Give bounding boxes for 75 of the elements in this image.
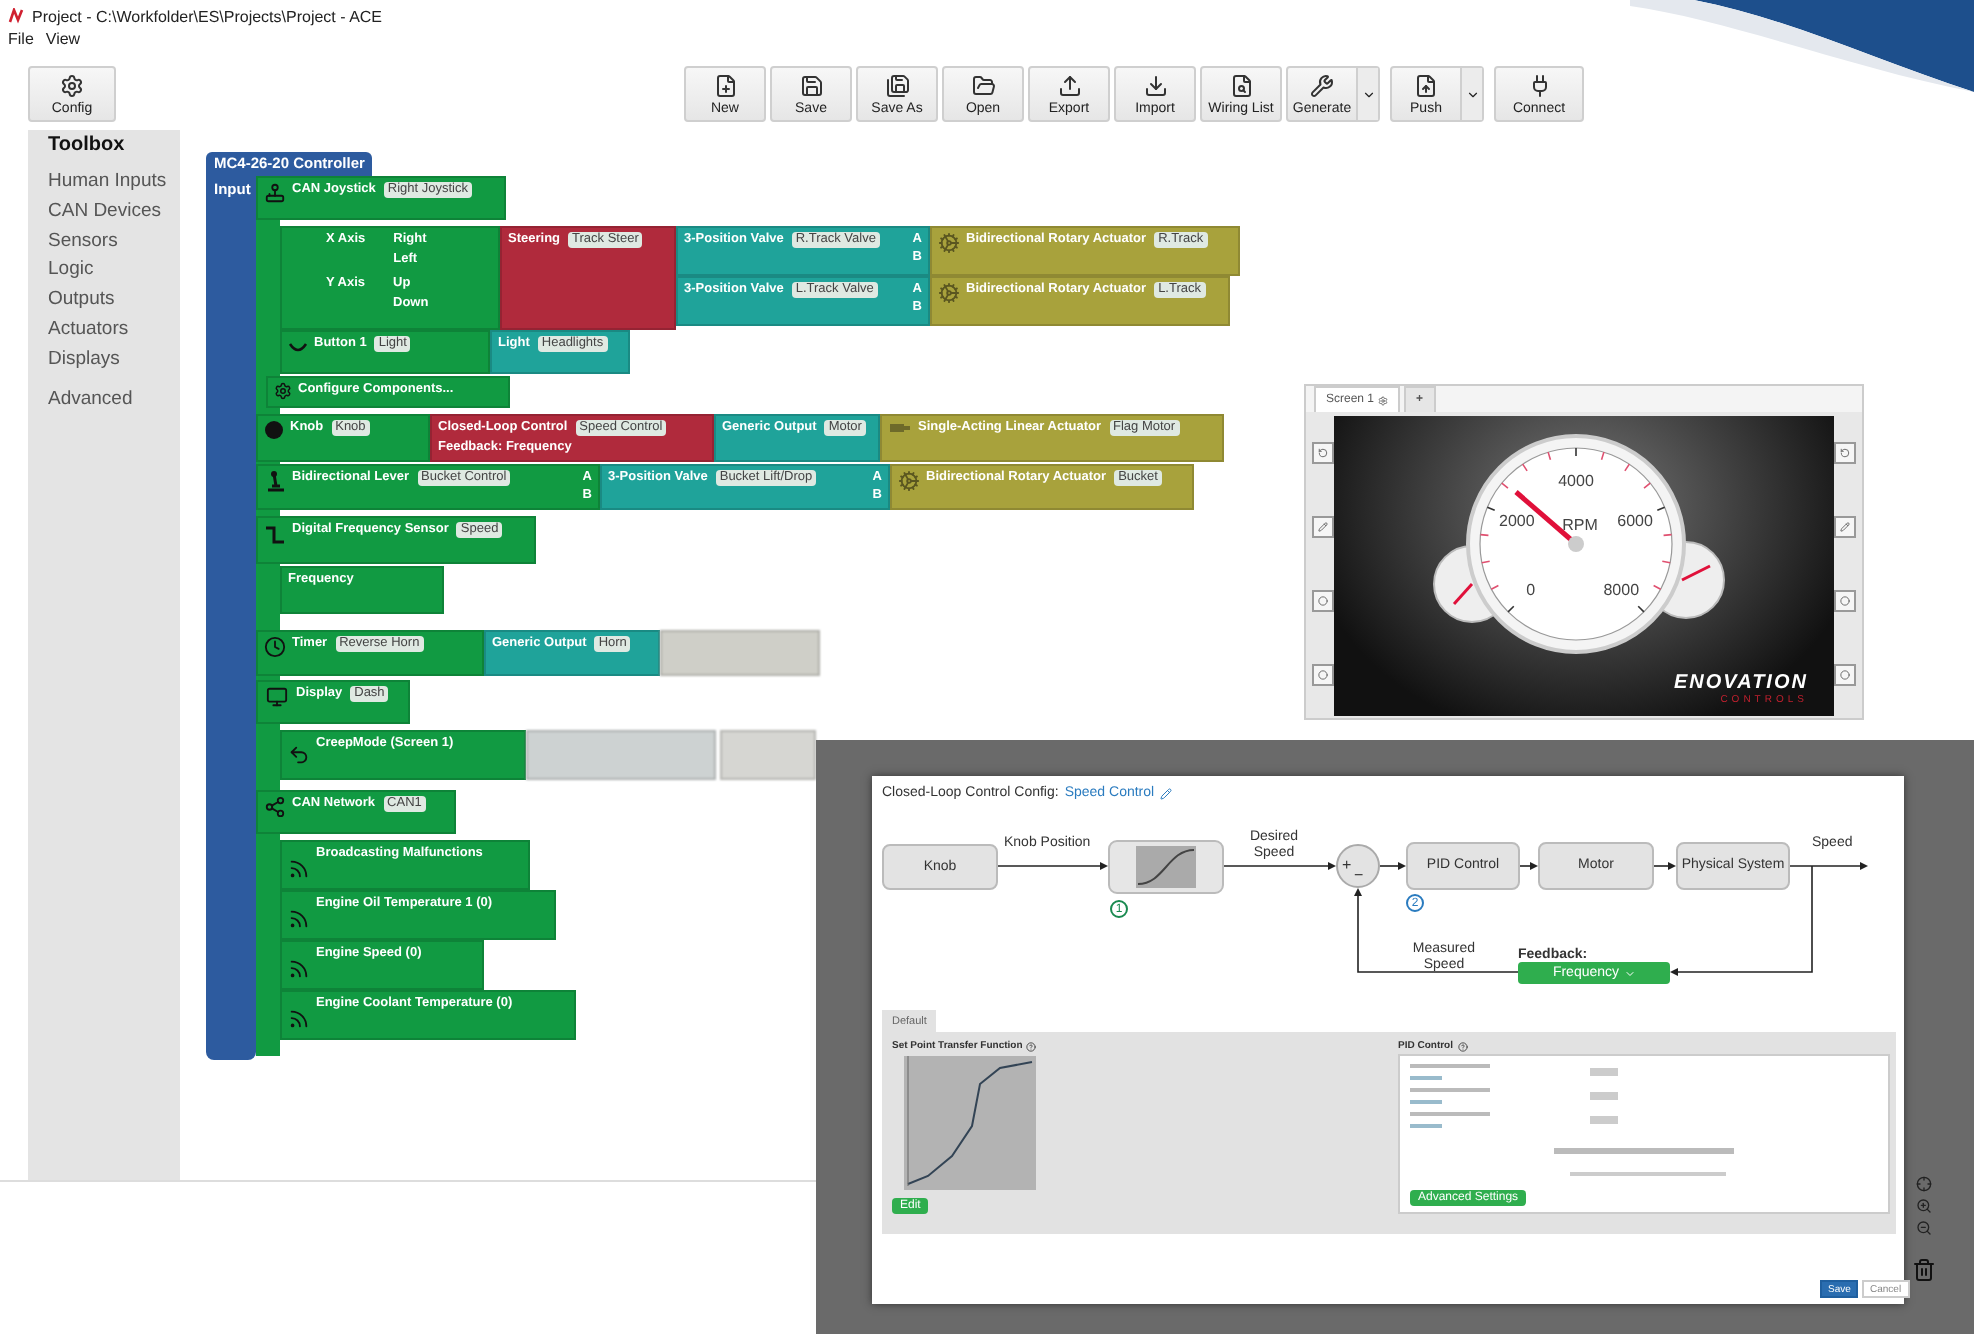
caret-icon: [1361, 87, 1375, 101]
arrow: [1379, 862, 1406, 870]
linear-actuator-icon: [888, 420, 912, 436]
cog-icon: [938, 232, 960, 254]
square-wave-icon: [264, 522, 286, 544]
toolbox-item[interactable]: Advanced: [48, 385, 180, 415]
screen-key-button[interactable]: [1834, 442, 1856, 464]
arrow: [1519, 862, 1538, 870]
screen-key-button[interactable]: [1834, 590, 1856, 612]
broadcast-icon: [288, 1008, 310, 1030]
wrench-icon: [1310, 73, 1334, 97]
upload-icon: [1057, 73, 1081, 97]
lever-icon: [264, 470, 286, 492]
plug-icon: [1527, 73, 1551, 97]
toolbox-item[interactable]: Displays: [48, 345, 180, 376]
toolbox-item[interactable]: Human Inputs: [48, 168, 180, 198]
caret-icon: [1623, 967, 1636, 979]
window-title: Project - C:\Workfolder\ES\Projects\Project - ACE: [32, 7, 383, 25]
arrow: [1223, 862, 1336, 870]
zoom-out-icon[interactable]: [1916, 1220, 1932, 1236]
cog-icon: [938, 282, 960, 304]
save-all-icon: [885, 73, 909, 97]
share-icon: [264, 796, 286, 818]
cog-icon: [898, 470, 920, 492]
toolbox-item[interactable]: Sensors: [48, 227, 180, 257]
menu-item[interactable]: View: [45, 30, 81, 48]
screen-key-button[interactable]: [1312, 590, 1334, 612]
toolbox-item[interactable]: Actuators: [48, 315, 180, 346]
help-icon[interactable]: [1457, 1041, 1467, 1051]
gauge-tick-label: 8000: [1603, 581, 1640, 600]
arrow: [997, 862, 1108, 870]
joystick-icon: [264, 182, 286, 204]
gauge-tick-label: 4000: [1558, 472, 1594, 490]
center-icon[interactable]: [1916, 1176, 1932, 1192]
transfer-function-icon[interactable]: [1108, 840, 1224, 894]
file-plus-icon: [713, 73, 737, 97]
minus-sign: −: [1354, 866, 1364, 884]
gauge-tick-label: 2000: [1499, 511, 1535, 530]
monitor-icon: [264, 686, 290, 708]
broadcast-icon: [288, 858, 310, 880]
gauge-tick-label: 6000: [1617, 511, 1653, 530]
broadcast-icon: [288, 908, 310, 930]
screen-key-button[interactable]: [1312, 516, 1334, 538]
curve-chart-drawing: [904, 1056, 1036, 1190]
brand-logo: ENOVATION: [1674, 672, 1808, 694]
zoom-in-icon[interactable]: [1916, 1198, 1932, 1214]
app-logo-icon: [8, 8, 24, 24]
screen-key-button[interactable]: [1312, 664, 1334, 686]
help-icon[interactable]: [1026, 1041, 1037, 1051]
download-icon: [1143, 73, 1167, 97]
gear-icon: [274, 382, 292, 400]
knob-icon: [264, 420, 284, 440]
caret-icon: [1465, 87, 1479, 101]
gauge-unit-label: RPM: [1562, 516, 1598, 534]
toolbox-item[interactable]: CAN Devices: [48, 197, 180, 228]
screen-key-button[interactable]: [1312, 442, 1334, 464]
pencil-icon[interactable]: [1160, 787, 1173, 799]
broadcast-icon: [288, 958, 310, 980]
plus-sign: +: [1342, 856, 1352, 874]
gear-icon: [1378, 395, 1389, 405]
toolbox-title: Toolbox: [48, 134, 127, 156]
toolbox-item[interactable]: Outputs: [48, 286, 180, 316]
menu-item[interactable]: File: [8, 30, 34, 48]
file-search-icon: [1229, 73, 1253, 97]
gauge-tick-label: 0: [1526, 581, 1536, 600]
trash-icon[interactable]: [1912, 1254, 1936, 1286]
file-arrow-icon: [1414, 73, 1438, 97]
screen-key-button[interactable]: [1834, 664, 1856, 686]
gear-icon: [60, 73, 84, 97]
screen-key-button[interactable]: [1834, 516, 1856, 538]
save-icon: [799, 73, 823, 97]
clock-icon: [264, 636, 286, 658]
toolbox-item[interactable]: Logic: [48, 256, 180, 287]
folder-icon: [971, 73, 995, 97]
back-arrow-icon: [288, 744, 310, 766]
